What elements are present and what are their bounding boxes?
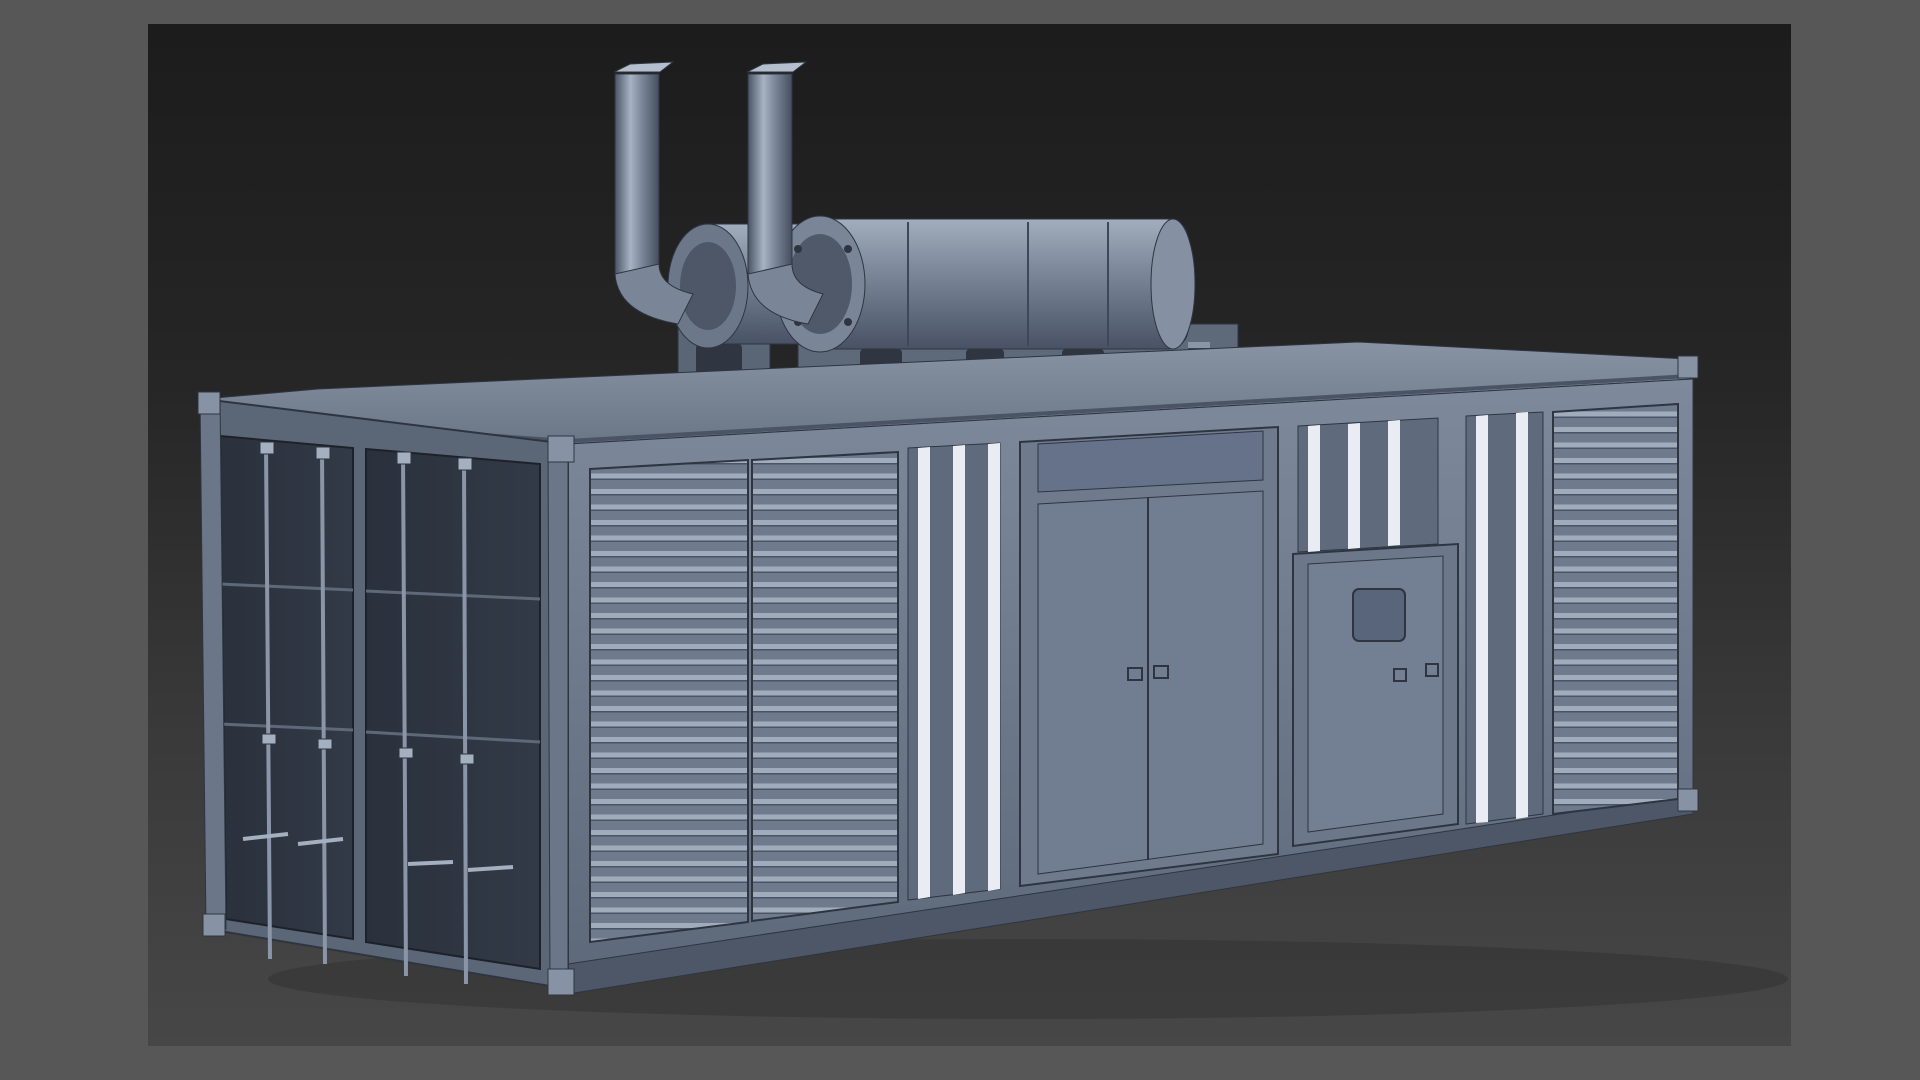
access-door (1292, 542, 1459, 848)
louver-panel-left (589, 450, 899, 944)
container-end-doors (199, 395, 569, 993)
generator-container-render (197, 61, 1788, 1019)
shipping-container (197, 341, 1699, 996)
safety-stripes (1297, 417, 1439, 553)
louver-panel-right (1552, 402, 1679, 816)
safety-stripes (907, 442, 1001, 901)
door-window (1352, 588, 1406, 642)
muffler-drum (774, 215, 1196, 353)
safety-stripes (1465, 411, 1544, 825)
service-double-door (1019, 425, 1279, 888)
3d-viewport[interactable] (148, 24, 1791, 1046)
